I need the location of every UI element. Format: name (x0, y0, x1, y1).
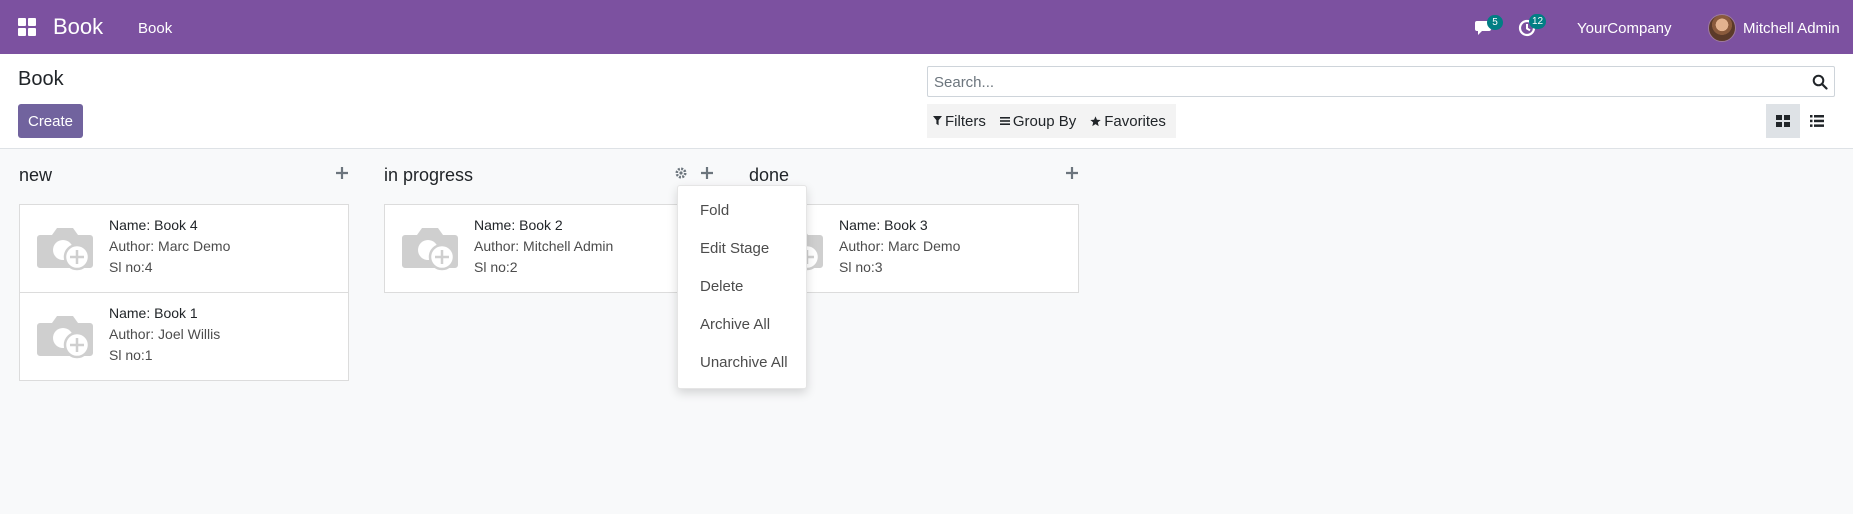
card-name: Name: Book 2 (474, 217, 563, 233)
create-button[interactable]: Create (18, 104, 83, 138)
card-name: Name: Book 3 (839, 217, 928, 233)
card-author: Author: Marc Demo (109, 238, 231, 254)
search-box (927, 66, 1835, 97)
kanban-card[interactable]: Name: Book 1 Author: Joel Willis Sl no:1 (19, 292, 349, 381)
page-title: Book (18, 68, 64, 90)
favorites-button[interactable]: Favorites (1090, 113, 1166, 130)
kanban-column-in-progress: in progress Name: Book 2 Author: Mitchel… (384, 149, 714, 293)
menu-item-book[interactable]: Book (138, 20, 172, 37)
camera-placeholder-icon (402, 228, 458, 271)
card-name: Name: Book 4 (109, 217, 198, 233)
add-record-icon[interactable] (335, 166, 349, 180)
filters-label: Filters (945, 112, 986, 130)
kanban-view-button[interactable] (1766, 104, 1800, 138)
column-title: new (19, 165, 53, 185)
card-author: Author: Joel Willis (109, 326, 221, 342)
menu-item-archive-all[interactable]: Archive All (678, 306, 806, 344)
kanban-card[interactable]: Name: Book 4 Author: Marc Demo Sl no:4 (19, 204, 349, 293)
company-switcher[interactable]: YourCompany (1577, 20, 1672, 37)
search-icon[interactable] (1812, 74, 1828, 90)
card-author: Author: Mitchell Admin (474, 238, 614, 254)
camera-placeholder-icon (37, 228, 93, 271)
menu-item-edit-stage[interactable]: Edit Stage (678, 230, 806, 268)
camera-placeholder-icon (37, 316, 93, 359)
column-header: in progress (384, 149, 714, 204)
column-title: done (749, 165, 790, 185)
stage-options-dropdown: Fold Edit Stage Delete Archive All Unarc… (677, 185, 807, 389)
filter-icon (933, 116, 942, 126)
card-slno: Sl no:3 (839, 259, 883, 275)
kanban-card[interactable]: Name: Book 2 Author: Mitchell Admin Sl n… (384, 204, 714, 293)
control-panel: Book Create Filters Group By Favorites (0, 54, 1853, 149)
view-switcher (1766, 104, 1834, 138)
star-icon (1090, 115, 1101, 126)
favorites-label: Favorites (1104, 112, 1166, 130)
menu-item-delete[interactable]: Delete (678, 268, 806, 306)
group-by-button[interactable]: Group By (999, 112, 1077, 130)
menu-item-unarchive-all[interactable]: Unarchive All (678, 344, 806, 382)
card-name: Name: Book 1 (109, 305, 198, 321)
list-view-button[interactable] (1800, 104, 1834, 138)
add-record-icon[interactable] (1065, 166, 1079, 180)
menu-item-fold[interactable]: Fold (678, 192, 806, 230)
user-menu[interactable]: Mitchell Admin (1743, 20, 1840, 37)
column-header: new (19, 149, 349, 204)
kanban-grid-icon (1776, 115, 1790, 127)
kanban-board: new Name: Book 4 Author: Marc Demo Sl no… (0, 149, 1853, 514)
list-icon (1810, 115, 1824, 127)
group-by-label: Group By (1012, 112, 1077, 130)
list-bars-icon (999, 117, 1010, 125)
chat-count-badge: 5 (1487, 15, 1503, 30)
app-brand[interactable]: Book (53, 14, 103, 40)
apps-menu-icon[interactable] (18, 18, 36, 36)
card-author: Author: Marc Demo (839, 238, 961, 254)
search-input[interactable] (934, 71, 1794, 93)
kanban-column-new: new Name: Book 4 Author: Marc Demo Sl no… (19, 149, 349, 381)
user-avatar[interactable] (1708, 14, 1736, 42)
top-navbar: Book Book 5 12 YourCompany Mitchell Admi… (0, 0, 1853, 54)
activity-count-badge: 12 (1529, 14, 1547, 29)
card-slno: Sl no:1 (109, 347, 153, 363)
card-slno: Sl no:4 (109, 259, 153, 275)
gear-icon[interactable] (674, 166, 688, 180)
filters-button[interactable]: Filters (933, 113, 986, 130)
card-slno: Sl no:2 (474, 259, 518, 275)
column-title: in progress (384, 165, 474, 185)
add-record-icon[interactable] (700, 166, 714, 180)
search-options-bar: Filters Group By Favorites (927, 104, 1176, 138)
